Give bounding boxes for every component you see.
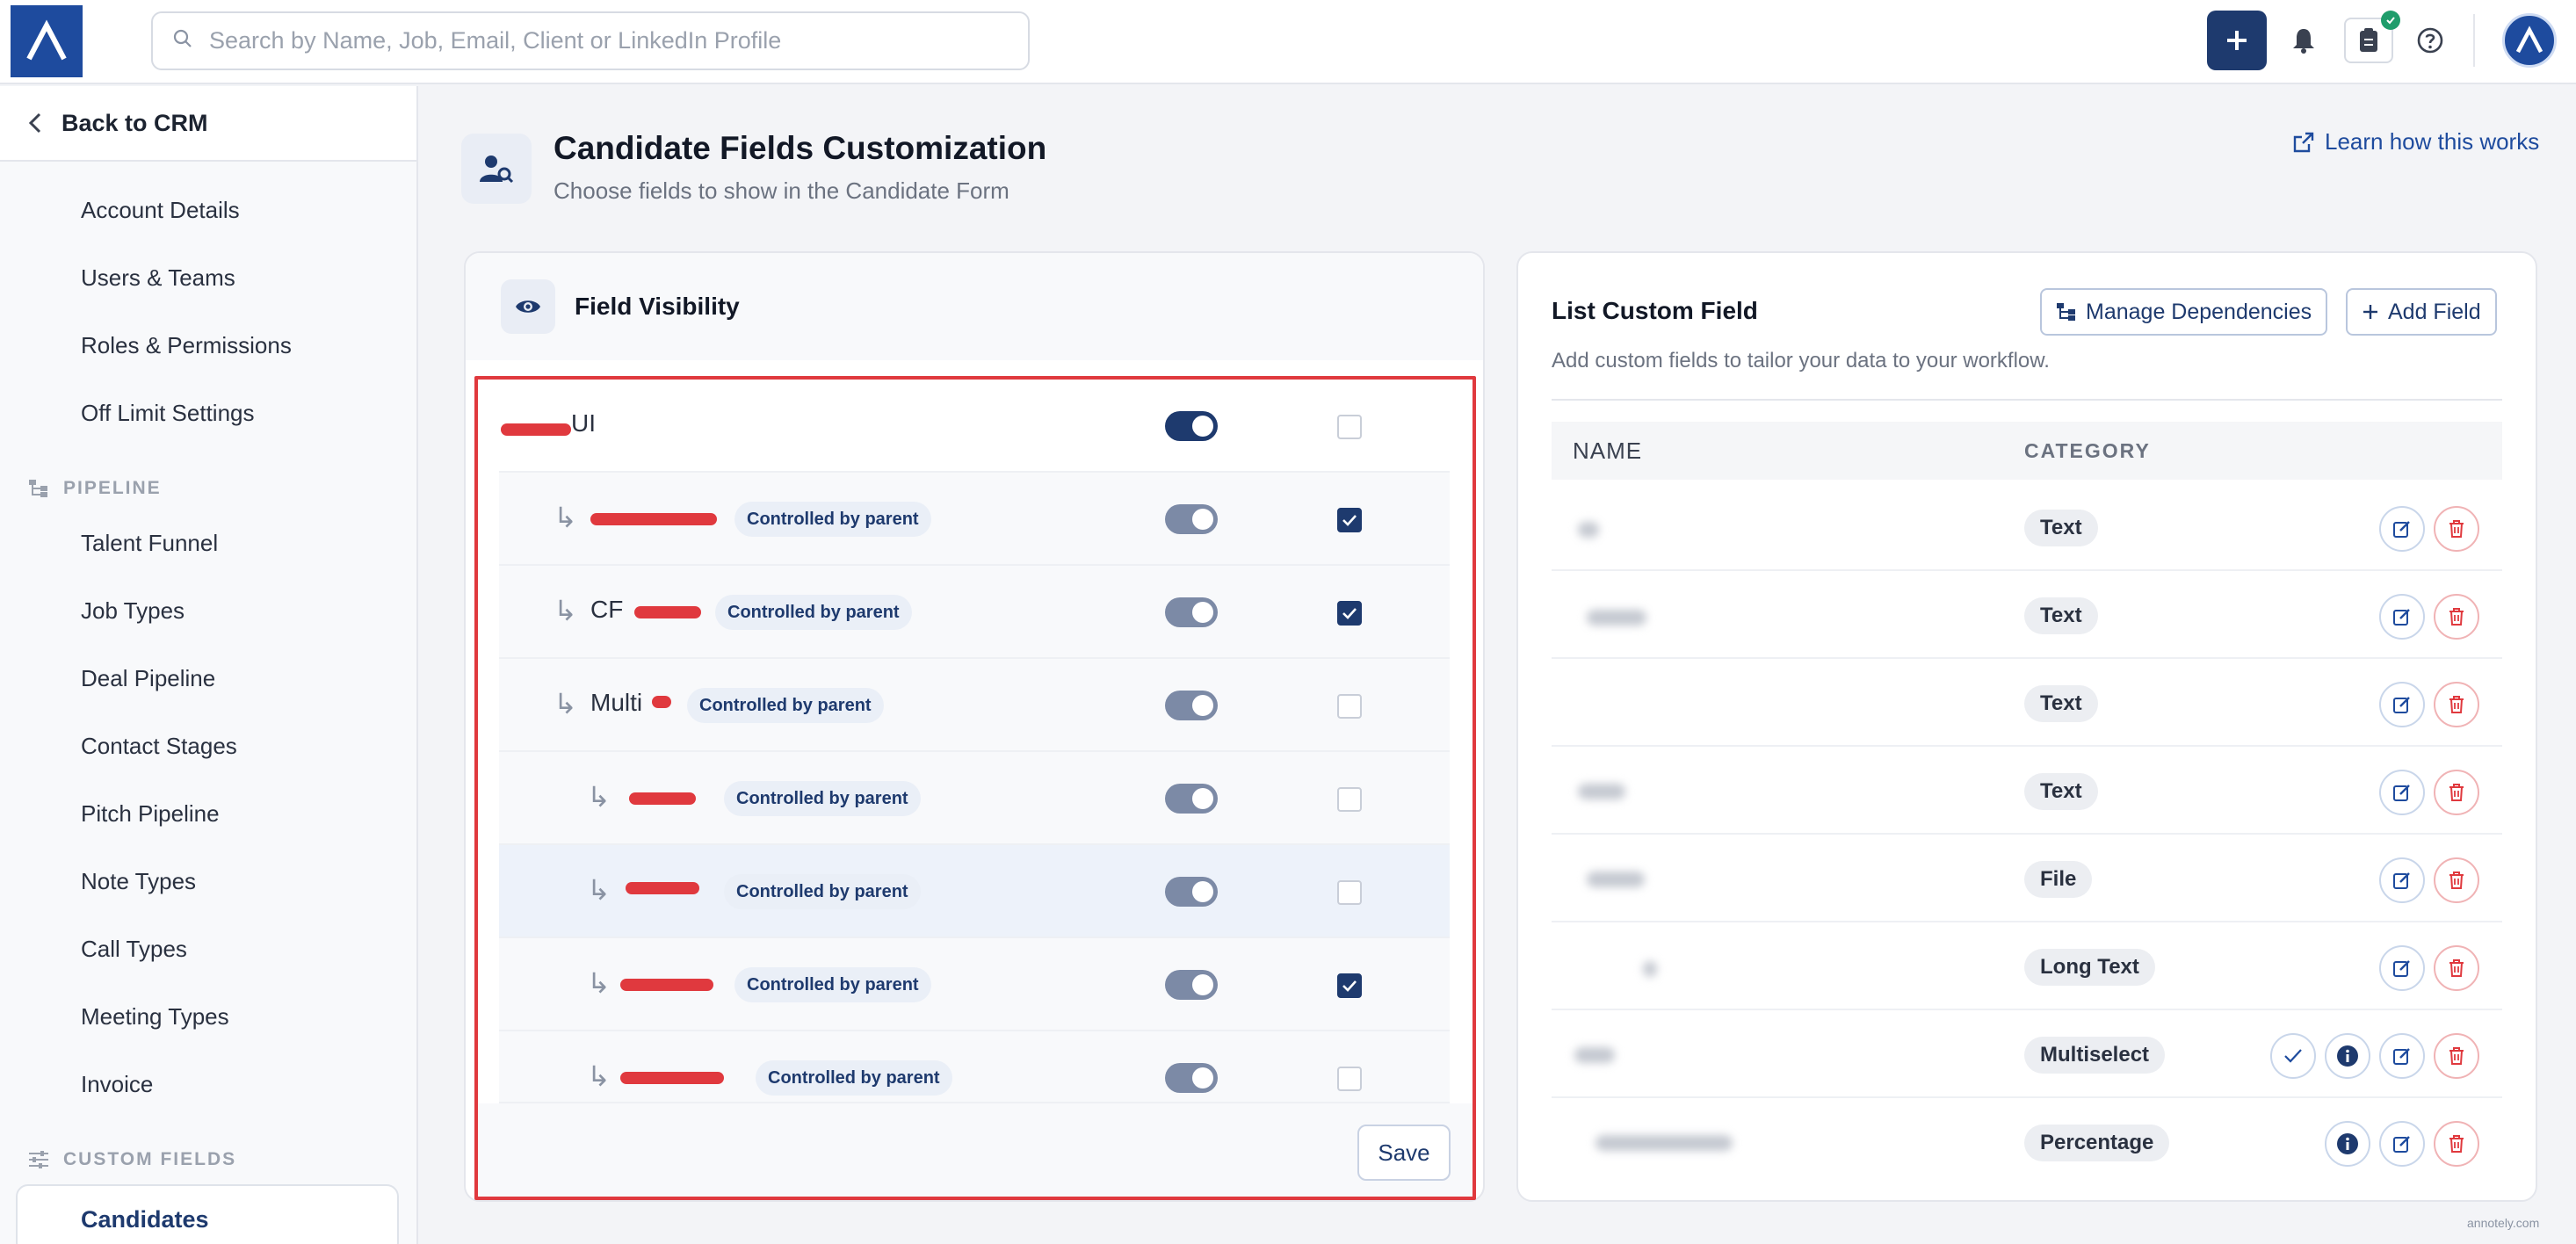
custom-field-list-title: List Custom Field bbox=[1552, 297, 1758, 324]
pipeline-section-title: PIPELINE bbox=[28, 478, 162, 499]
add-field-button[interactable]: Add Field bbox=[2346, 288, 2497, 336]
info-icon[interactable] bbox=[2325, 1033, 2370, 1079]
table-row: Multiselect bbox=[1552, 1010, 2502, 1098]
blurred-field-name bbox=[1587, 610, 1646, 626]
app-logo[interactable] bbox=[11, 5, 83, 77]
page-title: Candidate Fields Customization bbox=[554, 130, 1047, 166]
sidebar-item-contact-stages[interactable]: Contact Stages bbox=[81, 733, 237, 760]
table-row: Text bbox=[1552, 571, 2502, 659]
sidebar-item-deal-pipeline[interactable]: Deal Pipeline bbox=[81, 665, 215, 692]
user-avatar[interactable] bbox=[2502, 13, 2557, 68]
field-visibility-header: Field Visibility bbox=[466, 253, 1483, 360]
edit-icon[interactable] bbox=[2379, 945, 2425, 991]
create-new-button[interactable] bbox=[2207, 11, 2267, 70]
status-check-badge bbox=[2381, 11, 2400, 30]
sidebar-item-invoice[interactable]: Invoice bbox=[81, 1071, 153, 1098]
table-row: Percentage bbox=[1552, 1098, 2502, 1186]
chevron-left-icon bbox=[28, 112, 41, 134]
table-row: Long Text bbox=[1552, 922, 2502, 1010]
search-input[interactable] bbox=[209, 27, 1000, 54]
blurred-field-name bbox=[1578, 522, 1599, 538]
sidebar-item-call-types[interactable]: Call Types bbox=[81, 936, 187, 963]
help-icon[interactable] bbox=[2409, 19, 2451, 61]
table-row: Text bbox=[1552, 659, 2502, 747]
sidebar-item-meeting-types[interactable]: Meeting Types bbox=[81, 1003, 229, 1031]
edit-icon[interactable] bbox=[2379, 594, 2425, 640]
plus-icon bbox=[2363, 305, 2377, 319]
trash-icon[interactable] bbox=[2434, 1121, 2479, 1167]
plus-icon bbox=[2227, 31, 2247, 50]
search-icon bbox=[172, 28, 193, 54]
annotation-highlight-frame bbox=[474, 376, 1476, 1200]
sliders-icon bbox=[29, 1151, 48, 1168]
trash-icon[interactable] bbox=[2434, 945, 2479, 991]
edit-icon[interactable] bbox=[2379, 770, 2425, 815]
sidebar-item-roles-permissions[interactable]: Roles & Permissions bbox=[81, 332, 292, 359]
clipboard-icon[interactable] bbox=[2344, 11, 2400, 63]
edit-icon[interactable] bbox=[2379, 682, 2425, 727]
sidebar-item-account-details[interactable]: Account Details bbox=[81, 197, 240, 224]
sidebar-item-note-types[interactable]: Note Types bbox=[81, 868, 196, 895]
add-field-label: Add Field bbox=[2388, 299, 2481, 324]
trash-icon[interactable] bbox=[2434, 682, 2479, 727]
trash-icon[interactable] bbox=[2434, 594, 2479, 640]
candidate-search-icon bbox=[461, 134, 532, 204]
external-link-icon bbox=[2293, 132, 2314, 152]
column-header-name: NAME bbox=[1573, 438, 1643, 464]
custom-field-list-subtitle: Add custom fields to tailor your data to… bbox=[1552, 349, 2050, 372]
sidebar-item-job-types[interactable]: Job Types bbox=[81, 597, 185, 625]
table-row: File bbox=[1552, 835, 2502, 922]
table-row: Text bbox=[1552, 483, 2502, 571]
settings-sidebar: Back to CRM Account Details Users & Team… bbox=[0, 86, 418, 1244]
blurred-field-name bbox=[1578, 784, 1625, 799]
page-subtitle: Choose fields to show in the Candidate F… bbox=[554, 177, 1009, 204]
blurred-field-name bbox=[1574, 1047, 1615, 1063]
custom-fields-section-title: CUSTOM FIELDS bbox=[28, 1149, 236, 1170]
edit-icon[interactable] bbox=[2379, 857, 2425, 903]
global-search[interactable] bbox=[151, 11, 1030, 70]
category-badge: File bbox=[2024, 861, 2093, 898]
edit-icon[interactable] bbox=[2379, 1121, 2425, 1167]
manage-dependencies-label: Manage Dependencies bbox=[2086, 299, 2312, 324]
edit-icon[interactable] bbox=[2379, 506, 2425, 552]
sidebar-item-candidates[interactable]: Candidates bbox=[16, 1184, 399, 1244]
field-visibility-title: Field Visibility bbox=[575, 293, 740, 320]
category-badge: Long Text bbox=[2024, 949, 2155, 986]
trash-icon[interactable] bbox=[2434, 770, 2479, 815]
column-header-category: CATEGORY bbox=[2024, 439, 2151, 462]
table-row: Text bbox=[1552, 747, 2502, 835]
card-divider bbox=[1552, 399, 2502, 401]
back-to-crm-link[interactable]: Back to CRM bbox=[0, 86, 416, 162]
toolbar-divider bbox=[2473, 14, 2475, 67]
bell-icon[interactable] bbox=[2283, 19, 2325, 61]
trash-icon[interactable] bbox=[2434, 506, 2479, 552]
learn-link-label: Learn how this works bbox=[2325, 128, 2540, 155]
back-label: Back to CRM bbox=[62, 109, 208, 136]
check-icon[interactable] bbox=[2270, 1033, 2316, 1079]
sidebar-item-pitch-pipeline[interactable]: Pitch Pipeline bbox=[81, 800, 220, 828]
sidebar-item-talent-funnel[interactable]: Talent Funnel bbox=[81, 530, 218, 557]
category-badge: Multiselect bbox=[2024, 1037, 2166, 1074]
info-icon[interactable] bbox=[2325, 1121, 2370, 1167]
manage-dependencies-button[interactable]: Manage Dependencies bbox=[2040, 288, 2328, 336]
trash-icon[interactable] bbox=[2434, 1033, 2479, 1079]
category-badge: Text bbox=[2024, 510, 2098, 546]
blurred-field-name bbox=[1587, 872, 1645, 887]
sidebar-item-off-limit-settings[interactable]: Off Limit Settings bbox=[81, 400, 255, 427]
watermark: annotely.com bbox=[2467, 1216, 2540, 1230]
pipeline-icon bbox=[29, 480, 47, 497]
sidebar-item-users-teams[interactable]: Users & Teams bbox=[81, 264, 235, 292]
category-badge: Percentage bbox=[2024, 1125, 2170, 1161]
trash-icon[interactable] bbox=[2434, 857, 2479, 903]
hierarchy-icon bbox=[2057, 303, 2075, 321]
edit-icon[interactable] bbox=[2379, 1033, 2425, 1079]
category-badge: Text bbox=[2024, 685, 2098, 722]
eye-icon bbox=[501, 279, 555, 334]
blurred-field-name bbox=[1643, 961, 1657, 977]
learn-how-link[interactable]: Learn how this works bbox=[2293, 128, 2539, 156]
top-bar bbox=[0, 0, 2576, 84]
blurred-field-name bbox=[1596, 1135, 1733, 1151]
category-badge: Text bbox=[2024, 773, 2098, 810]
category-badge: Text bbox=[2024, 597, 2098, 634]
